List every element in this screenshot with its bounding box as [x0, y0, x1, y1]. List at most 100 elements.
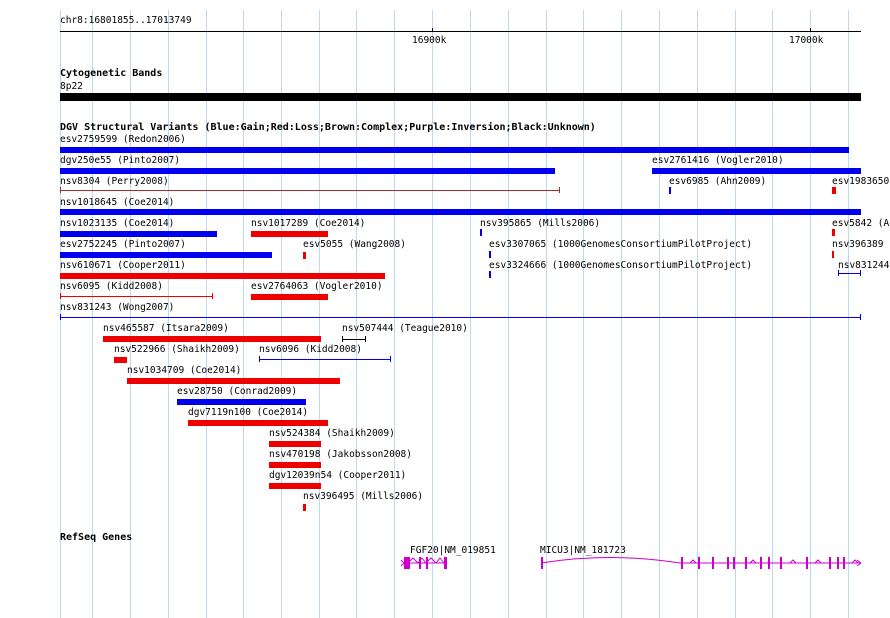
cytoband-track-title: Cytogenetic Bands [60, 68, 163, 79]
dgv-feature-nsv522966[interactable] [114, 357, 127, 363]
grid-line [735, 10, 736, 618]
dgv-label-esv2759599[interactable]: esv2759599 (Redon2006) [60, 134, 186, 145]
dgv-feature-nsv1034709[interactable] [127, 378, 340, 384]
dgv-label-nsv396495[interactable]: nsv396495 (Mills2006) [303, 491, 423, 502]
gene-micu3-exon [712, 557, 714, 569]
ruler-tick-label-17000k: 17000k [789, 35, 824, 46]
feature-endcap [559, 187, 560, 193]
dgv-feature-nsv831244[interactable] [838, 270, 861, 276]
dgv-label-nsv1034709[interactable]: nsv1034709 (Coe2014) [127, 365, 241, 376]
dgv-feature-esv6985[interactable] [669, 187, 671, 194]
dgv-label-nsv1018645[interactable]: nsv1018645 (Coe2014) [60, 197, 174, 208]
grid-line [546, 10, 547, 618]
dgv-feature-dgv250e55[interactable] [60, 168, 555, 174]
dgv-label-nsv395865[interactable]: nsv395865 (Mills2006) [480, 218, 600, 229]
dgv-feature-nsv6095[interactable] [60, 293, 213, 299]
refseq-gene-models [400, 557, 862, 569]
grid-line [432, 10, 433, 618]
dgv-feature-esv28750[interactable] [177, 399, 306, 405]
grid-line [281, 10, 282, 618]
dgv-label-nsv831244[interactable]: nsv831244 [838, 260, 889, 271]
dgv-label-esv28750[interactable]: esv28750 (Conrad2009) [177, 386, 297, 397]
gene-micu3-intron [540, 557, 681, 564]
dgv-label-dgv12039n54[interactable]: dgv12039n54 (Cooper2011) [269, 470, 406, 481]
dgv-label-nsv1023135[interactable]: nsv1023135 (Coe2014) [60, 218, 174, 229]
grid-line [508, 10, 509, 618]
dgv-feature-esv2752245[interactable] [60, 252, 272, 258]
ruler-tick-16900k [432, 28, 433, 32]
dgv-label-esv3324666[interactable]: esv3324666 (1000GenomesConsortiumPilotPr… [489, 260, 752, 271]
cytoband-8p22[interactable] [60, 93, 861, 101]
dgv-feature-esv5055[interactable] [303, 252, 306, 259]
grid-line [319, 10, 320, 618]
dgv-feature-nsv1023135[interactable] [60, 231, 217, 237]
dgv-feature-nsv465587[interactable] [103, 336, 321, 342]
dgv-label-nsv522966[interactable]: nsv522966 (Shaikh2009) [114, 344, 240, 355]
grid-line [810, 10, 811, 618]
dgv-label-nsv8304[interactable]: nsv8304 (Perry2008) [60, 176, 169, 187]
grid-line [130, 10, 131, 618]
feature-endcap [212, 293, 213, 299]
dgv-feature-esv3307065[interactable] [489, 251, 491, 258]
dgv-label-esv3307065[interactable]: esv3307065 (1000GenomesConsortiumPilotPr… [489, 239, 752, 250]
refseq-track-title: RefSeq Genes [60, 532, 133, 543]
dgv-label-esv1983650[interactable]: esv1983650 [832, 176, 889, 187]
grid-line [243, 10, 244, 618]
gene-micu3-exon [727, 557, 729, 569]
grid-line [659, 10, 660, 618]
dgv-label-nsv831243[interactable]: nsv831243 (Wong2007) [60, 302, 174, 313]
dgv-label-nsv465587[interactable]: nsv465587 (Itsara2009) [103, 323, 229, 334]
dgv-feature-nsv1018645[interactable] [60, 209, 861, 215]
feature-endcap [60, 293, 61, 299]
gene-micu3-exon [768, 557, 770, 569]
dgv-feature-nsv396495[interactable] [303, 504, 306, 511]
dgv-label-esv2752245[interactable]: esv2752245 (Pinto2007) [60, 239, 186, 250]
dgv-feature-nsv395865[interactable] [480, 229, 482, 236]
dgv-feature-dgv7119n100[interactable] [188, 420, 328, 426]
dgv-feature-esv1983650[interactable] [832, 187, 836, 194]
dgv-feature-nsv6096[interactable] [259, 356, 391, 362]
gene-fgf20-exon [419, 557, 421, 569]
gene-fgf20-exon [426, 557, 428, 569]
ruler-axis [60, 31, 861, 32]
dgv-label-nsv6096[interactable]: nsv6096 (Kidd2008) [259, 344, 362, 355]
grid-line [356, 10, 357, 618]
dgv-feature-dgv12039n54[interactable] [269, 483, 321, 489]
dgv-label-esv5842[interactable]: esv5842 (A [832, 218, 889, 229]
grid-line [697, 10, 698, 618]
dgv-feature-nsv1017289[interactable] [251, 231, 328, 237]
dgv-label-nsv507444[interactable]: nsv507444 (Teague2010) [342, 323, 468, 334]
gene-micu3-exon [843, 557, 845, 569]
dgv-feature-nsv524384[interactable] [269, 441, 321, 447]
dgv-label-nsv610671[interactable]: nsv610671 (Cooper2011) [60, 260, 186, 271]
dgv-feature-esv2764063[interactable] [251, 294, 328, 300]
dgv-label-esv2764063[interactable]: esv2764063 (Vogler2010) [251, 281, 383, 292]
gene-micu3-exon [681, 557, 683, 569]
dgv-label-esv2761416[interactable]: esv2761416 (Vogler2010) [652, 155, 784, 166]
gene-micu3-exon [780, 557, 782, 569]
dgv-label-esv5055[interactable]: esv5055 (Wang2008) [303, 239, 406, 250]
dgv-label-dgv7119n100[interactable]: dgv7119n100 (Coe2014) [188, 407, 308, 418]
dgv-label-esv6985[interactable]: esv6985 (Ahn2009) [669, 176, 766, 187]
dgv-feature-nsv8304[interactable] [60, 187, 560, 193]
feature-endcap [365, 336, 366, 342]
dgv-label-dgv250e55[interactable]: dgv250e55 (Pinto2007) [60, 155, 180, 166]
dgv-label-nsv1017289[interactable]: nsv1017289 (Coe2014) [251, 218, 365, 229]
dgv-feature-nsv831243[interactable] [60, 314, 861, 320]
grid-line [583, 10, 584, 618]
dgv-feature-nsv507444[interactable] [342, 336, 366, 342]
gene-micu3-exon [837, 557, 839, 569]
dgv-feature-esv3324666[interactable] [489, 271, 491, 278]
dgv-feature-nsv396389[interactable] [832, 251, 834, 258]
dgv-label-nsv524384[interactable]: nsv524384 (Shaikh2009) [269, 428, 395, 439]
dgv-label-nsv470198[interactable]: nsv470198 (Jakobsson2008) [269, 449, 412, 460]
dgv-feature-nsv610671[interactable] [60, 273, 385, 279]
gene-micu3-exon [698, 557, 700, 569]
dgv-feature-esv5842[interactable] [832, 229, 835, 236]
feature-endcap [60, 314, 61, 320]
dgv-feature-esv2759599[interactable] [60, 147, 849, 153]
dgv-feature-nsv470198[interactable] [269, 462, 321, 468]
dgv-label-nsv396389[interactable]: nsv396389 [832, 239, 883, 250]
dgv-feature-esv2761416[interactable] [652, 168, 861, 174]
dgv-label-nsv6095[interactable]: nsv6095 (Kidd2008) [60, 281, 163, 292]
